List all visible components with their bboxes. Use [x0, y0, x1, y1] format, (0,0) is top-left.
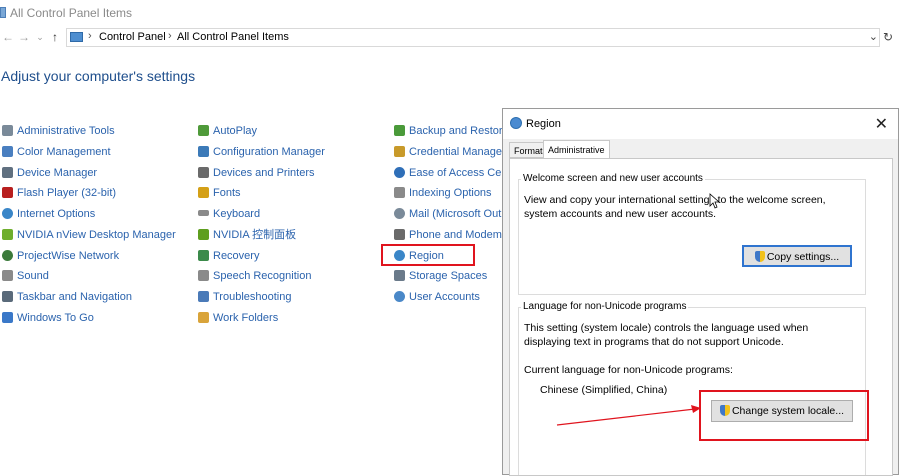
back-arrow-icon[interactable]: ← — [0, 29, 16, 45]
control-panel-icon — [70, 32, 83, 42]
change-locale-highlight-box — [699, 390, 869, 441]
close-icon[interactable]: ✕ — [875, 114, 888, 134]
cp-item-speech-recognition[interactable]: Speech Recognition — [198, 267, 311, 285]
refresh-icon[interactable]: ↻ — [880, 28, 896, 46]
phone-modem-icon — [394, 229, 405, 240]
up-arrow-icon[interactable]: ↑ — [47, 29, 63, 45]
mouse-cursor-icon — [709, 193, 721, 209]
region-highlight-box — [381, 244, 475, 266]
cp-item-recovery[interactable]: Recovery — [198, 247, 259, 265]
cp-item-flash-player[interactable]: Flash Player (32-bit) — [2, 184, 116, 202]
keyboard-icon — [198, 210, 209, 216]
tab-administrative[interactable]: Administrative — [543, 140, 610, 159]
cp-item-indexing-options[interactable]: Indexing Options — [394, 184, 492, 202]
cp-item-credential-manager[interactable]: Credential Manager — [394, 143, 506, 161]
work-folders-icon — [198, 312, 209, 323]
page-title: Adjust your computer's settings — [1, 68, 196, 84]
breadcrumb-separator: › — [168, 30, 172, 42]
cp-item-device-manager[interactable]: Device Manager — [2, 164, 97, 182]
recent-locations-icon[interactable]: ⌄ — [32, 29, 48, 45]
chevron-down-icon[interactable]: ⌄ — [869, 30, 878, 43]
projectwise-icon — [2, 250, 13, 261]
cp-item-work-folders[interactable]: Work Folders — [198, 309, 278, 327]
non-unicode-group-label: Language for non-Unicode programs — [521, 301, 689, 312]
cp-item-keyboard[interactable]: Keyboard — [198, 205, 260, 223]
devices-printers-icon — [198, 167, 209, 178]
control-panel-icon — [0, 7, 6, 18]
cp-item-fonts[interactable]: Fonts — [198, 184, 241, 202]
admin-tools-icon — [2, 125, 13, 136]
recovery-icon — [198, 250, 209, 261]
dialog-title: Region — [526, 118, 561, 130]
copy-settings-button[interactable]: Copy settings... — [742, 245, 852, 267]
current-language-value: Chinese (Simplified, China) — [540, 384, 668, 396]
annotation-arrow-icon — [556, 405, 701, 426]
cp-item-nvidia-control-panel[interactable]: NVIDIA 控制面板 — [198, 226, 296, 244]
cp-item-windows-to-go[interactable]: Windows To Go — [2, 309, 94, 327]
storage-spaces-icon — [394, 270, 405, 281]
welcome-group-label: Welcome screen and new user accounts — [521, 173, 705, 184]
forward-arrow-icon[interactable]: → — [16, 29, 32, 45]
cp-item-configuration-manager[interactable]: Configuration Manager — [198, 143, 325, 161]
device-manager-icon — [2, 167, 13, 178]
fonts-icon — [198, 187, 209, 198]
ease-of-access-icon — [394, 167, 405, 178]
cp-item-taskbar-navigation[interactable]: Taskbar and Navigation — [2, 288, 132, 306]
internet-options-icon — [2, 208, 13, 219]
sound-icon — [2, 270, 13, 281]
nvidia-control-panel-icon — [198, 229, 209, 240]
cp-item-mail[interactable]: Mail (Microsoft Outlo — [394, 205, 510, 223]
cp-item-storage-spaces[interactable]: Storage Spaces — [394, 267, 487, 285]
cp-item-sound[interactable]: Sound — [2, 267, 49, 285]
speech-recognition-icon — [198, 270, 209, 281]
cp-item-troubleshooting[interactable]: Troubleshooting — [198, 288, 291, 306]
configuration-manager-icon — [198, 146, 209, 157]
cp-item-user-accounts[interactable]: User Accounts — [394, 288, 480, 306]
globe-icon — [510, 117, 522, 129]
nvidia-nview-icon — [2, 229, 13, 240]
windows-to-go-icon — [2, 312, 13, 323]
autoplay-icon — [198, 125, 209, 136]
window-title-bar: All Control Panel Items — [0, 0, 899, 26]
flash-player-icon — [2, 187, 13, 198]
indexing-options-icon — [394, 187, 405, 198]
breadcrumb-all-items[interactable]: All Control Panel Items — [177, 31, 289, 43]
troubleshooting-icon — [198, 291, 209, 302]
taskbar-icon — [2, 291, 13, 302]
mail-icon — [394, 208, 405, 219]
navigation-bar: ← → ⌄ ↑ › Control Panel › All Control Pa… — [0, 26, 899, 50]
user-accounts-icon — [394, 291, 405, 302]
backup-restore-icon — [394, 125, 405, 136]
dialog-title-bar: Region ✕ — [503, 109, 898, 139]
cp-item-devices-printers[interactable]: Devices and Printers — [198, 164, 315, 182]
credential-manager-icon — [394, 146, 405, 157]
breadcrumb-separator: › — [88, 30, 92, 42]
cp-item-nvidia-nview[interactable]: NVIDIA nView Desktop Manager — [2, 226, 176, 244]
breadcrumb-control-panel[interactable]: Control Panel — [99, 31, 166, 43]
non-unicode-description: This setting (system locale) controls th… — [524, 322, 809, 348]
cp-item-internet-options[interactable]: Internet Options — [2, 205, 95, 223]
cp-item-administrative-tools[interactable]: Administrative Tools — [2, 122, 115, 140]
current-language-label: Current language for non-Unicode program… — [524, 364, 733, 376]
color-management-icon — [2, 146, 13, 157]
window-title: All Control Panel Items — [10, 6, 133, 20]
welcome-description: View and copy your international setting… — [524, 194, 826, 220]
cp-item-projectwise-network[interactable]: ProjectWise Network — [2, 247, 119, 265]
uac-shield-icon — [754, 251, 765, 262]
cp-item-phone-modem[interactable]: Phone and Modem — [394, 226, 502, 244]
address-bar[interactable]: › Control Panel › All Control Panel Item… — [66, 28, 880, 47]
cp-item-color-management[interactable]: Color Management — [2, 143, 111, 161]
cp-item-autoplay[interactable]: AutoPlay — [198, 122, 257, 140]
